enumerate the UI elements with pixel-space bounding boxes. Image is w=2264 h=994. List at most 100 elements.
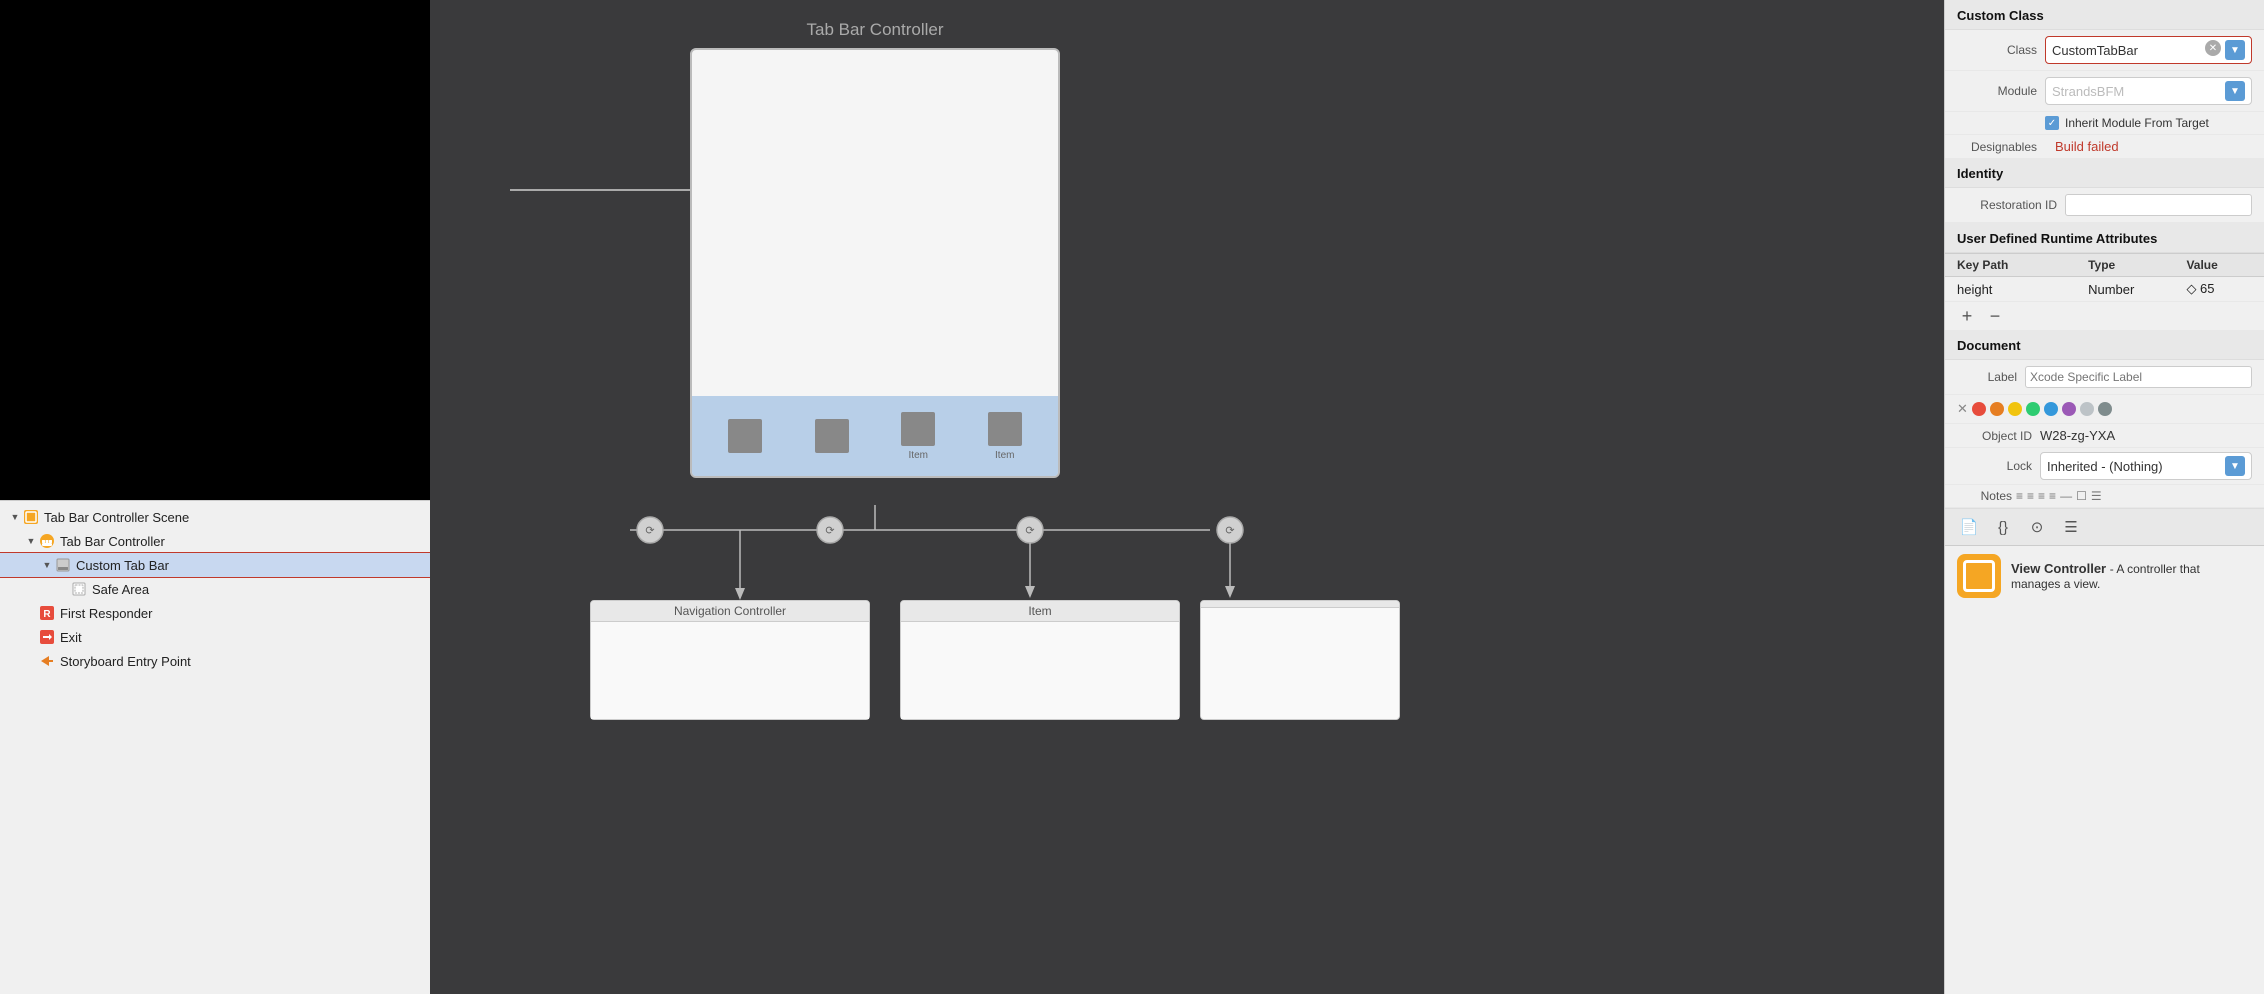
color-purple[interactable] [2062, 402, 2076, 416]
tree-label: Exit [60, 630, 82, 645]
attr-value: ◇ 65 [2186, 281, 2252, 297]
doc-label-input[interactable] [2025, 366, 2252, 388]
class-row: Class CustomTabBar ✕ ▼ [1945, 30, 2264, 71]
color-x-btn[interactable]: ✕ [1957, 401, 1968, 417]
notes-dash[interactable]: — [2060, 489, 2072, 503]
nav-controller-content [591, 622, 869, 719]
storyboard-area: Tab Bar Controller Item Item [430, 0, 1944, 994]
class-label: Class [1957, 43, 2037, 57]
notes-align-left[interactable]: ≡ [2016, 489, 2023, 503]
lock-dropdown-btn[interactable]: ▼ [2225, 456, 2245, 476]
color-dark-gray[interactable] [2098, 402, 2112, 416]
notes-box[interactable]: ☐ [2076, 489, 2087, 503]
notes-row: Notes ≡ ≡ ≡ ≡ — ☐ ☰ [1945, 485, 2264, 508]
inherit-label: Inherit Module From Target [2065, 116, 2209, 130]
tree-triangle[interactable]: ▼ [8, 512, 22, 522]
class-value: CustomTabBar [2052, 43, 2138, 58]
inherit-row: ✓ Inherit Module From Target [1945, 112, 2264, 135]
left-panel: ▼ Tab Bar Controller Scene ▼ Tab Bar Contro… [0, 0, 430, 994]
designables-value: Build failed [2055, 139, 2119, 154]
color-blue[interactable] [2044, 402, 2058, 416]
color-orange[interactable] [1990, 402, 2004, 416]
tree-item-custom[interactable]: ▼ Custom Tab Bar [0, 553, 430, 577]
remove-attr-btn[interactable]: − [1985, 306, 2005, 326]
notes-align-justify[interactable]: ≡ [2049, 489, 2056, 503]
tree-item-responder[interactable]: R First Responder [0, 601, 430, 625]
scene-title: Tab Bar Controller [690, 20, 1060, 40]
class-clear-btn[interactable]: ✕ [2205, 40, 2221, 56]
attr-type: Number [2088, 282, 2186, 297]
tree-panel: ▼ Tab Bar Controller Scene ▼ Tab Bar Contro… [0, 500, 430, 994]
module-input[interactable]: StrandsBFM ▼ [2045, 77, 2252, 105]
tree-item-entry[interactable]: Storyboard Entry Point [0, 649, 430, 673]
tree-item-exit[interactable]: Exit [0, 625, 430, 649]
tree-icon-responder: R [38, 604, 56, 622]
color-yellow[interactable] [2008, 402, 2022, 416]
module-dropdown-btn[interactable]: ▼ [2225, 81, 2245, 101]
tree-label: Custom Tab Bar [76, 558, 169, 573]
module-row: Module StrandsBFM ▼ [1945, 71, 2264, 112]
tree-label: Tab Bar Controller Scene [44, 510, 189, 525]
color-green[interactable] [2026, 402, 2040, 416]
vc-title: View Controller [2011, 561, 2106, 576]
restoration-row: Restoration ID [1945, 188, 2264, 223]
col-value: Value [2186, 258, 2252, 272]
tab-bar: Item Item [692, 396, 1058, 476]
tree-icon-tabbar [38, 532, 56, 550]
phone-frame: Item Item [690, 48, 1060, 478]
tree-icon-custom [54, 556, 72, 574]
vc-icon [1957, 554, 2001, 598]
tree-triangle[interactable]: ▼ [40, 560, 54, 570]
lock-select[interactable]: Inherited - (Nothing) ▼ [2040, 452, 2252, 480]
svg-text:⟳: ⟳ [825, 525, 834, 537]
connection-lines: ⟳ ⟳ ⟳ ⟳ [430, 0, 1944, 994]
target-icon-btn[interactable]: ⊙ [2025, 515, 2049, 539]
tree-item-scene[interactable]: ▼ Tab Bar Controller Scene [0, 505, 430, 529]
right-panel: Custom Class Class CustomTabBar ✕ ▼ Modu… [1944, 0, 2264, 994]
tree-icon-entry [38, 652, 56, 670]
restoration-label: Restoration ID [1957, 198, 2057, 212]
identity-header: Identity [1945, 158, 2264, 188]
class-dropdown-btn[interactable]: ▼ [2225, 40, 2245, 60]
list-icon-btn[interactable]: ☰ [2059, 515, 2083, 539]
tree-triangle[interactable]: ▼ [24, 536, 38, 546]
object-id-row: Object ID W28-zg-YXA [1945, 424, 2264, 448]
label-row: Label [1945, 360, 2264, 395]
document-header: Document [1945, 330, 2264, 360]
tree-label: Tab Bar Controller [60, 534, 165, 549]
object-id-value: W28-zg-YXA [2040, 428, 2115, 443]
lock-row: Lock Inherited - (Nothing) ▼ [1945, 448, 2264, 485]
add-remove-row: + − [1945, 302, 2264, 330]
color-red[interactable] [1972, 402, 1986, 416]
tree-item-tbc[interactable]: ▼ Tab Bar Controller [0, 529, 430, 553]
doc-label-label: Label [1957, 370, 2017, 384]
tree-item-safearea[interactable]: Safe Area [0, 577, 430, 601]
user-defined-header: User Defined Runtime Attributes [1945, 223, 2264, 253]
code-icon-btn[interactable]: {} [1991, 515, 2015, 539]
add-attr-btn[interactable]: + [1957, 306, 1977, 326]
notes-list[interactable]: ☰ [2091, 489, 2102, 503]
item-controller-title: Item [901, 601, 1179, 622]
module-label: Module [1957, 84, 2037, 98]
item-controller-box-3 [1200, 600, 1400, 720]
tree-icon-safearea [70, 580, 88, 598]
notes-align-center[interactable]: ≡ [2027, 489, 2034, 503]
tab-icon-4 [988, 412, 1022, 446]
nav-controller-title: Navigation Controller [591, 601, 869, 622]
color-light-gray[interactable] [2080, 402, 2094, 416]
tree-icon-scene [22, 508, 40, 526]
class-input[interactable]: CustomTabBar ✕ ▼ [2045, 36, 2252, 64]
inherit-checkbox[interactable]: ✓ [2045, 116, 2059, 130]
restoration-input[interactable] [2065, 194, 2252, 216]
col-keypath: Key Path [1957, 258, 2088, 272]
tab-item-4: Item [988, 412, 1022, 461]
attr-keypath: height [1957, 282, 2088, 297]
tree-icon-exit [38, 628, 56, 646]
custom-class-header: Custom Class [1945, 0, 2264, 30]
lock-value: Inherited - (Nothing) [2047, 459, 2163, 474]
notes-align-right[interactable]: ≡ [2038, 489, 2045, 503]
tree-label: First Responder [60, 606, 152, 621]
doc-icon-btn[interactable]: 📄 [1957, 515, 1981, 539]
svg-text:⟳: ⟳ [1025, 525, 1034, 537]
lock-label: Lock [1957, 459, 2032, 473]
